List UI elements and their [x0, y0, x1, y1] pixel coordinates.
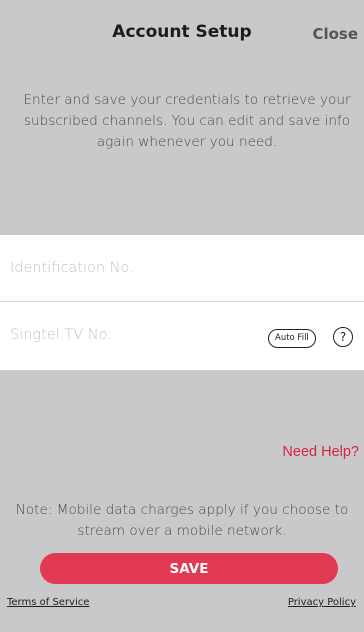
credentials-form: Auto Fill ?	[0, 235, 364, 370]
auto-fill-button[interactable]: Auto Fill	[268, 329, 316, 348]
close-button[interactable]: Close	[312, 25, 358, 43]
data-charges-note: Note: Mobile data charges apply if you c…	[15, 502, 349, 539]
identification-field-row	[0, 235, 364, 302]
question-icon[interactable]: ?	[333, 327, 353, 347]
singtel-tv-input[interactable]	[0, 320, 260, 350]
intro-text: Enter and save your credentials to retri…	[23, 92, 351, 150]
header: Account Setup Close	[0, 0, 364, 64]
singtel-tv-field-row: Auto Fill ?	[0, 302, 364, 368]
privacy-policy-link[interactable]: Privacy Policy	[288, 597, 356, 608]
page-title: Account Setup	[112, 22, 252, 42]
save-button[interactable]: SAVE	[40, 553, 338, 584]
need-help-link[interactable]: Need Help?	[282, 444, 359, 460]
terms-of-service-link[interactable]: Terms of Service	[7, 597, 89, 608]
identification-input[interactable]	[0, 253, 350, 283]
